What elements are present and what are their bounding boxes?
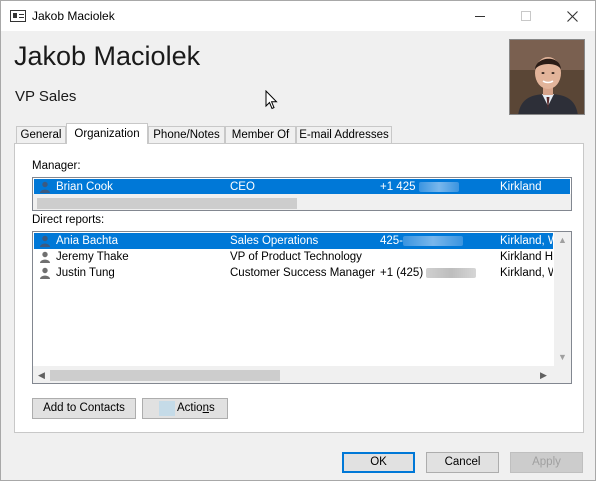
scrollbar-corner (554, 366, 571, 383)
list-item[interactable]: Brian Cook CEO +1 425 Kirkland (34, 179, 570, 195)
redacted-phone (426, 267, 477, 278)
scrollbar-thumb[interactable] (37, 198, 297, 209)
actions-icon (159, 401, 175, 416)
list-item[interactable]: Jeremy Thake VP of Product Technology Ki… (34, 249, 553, 265)
report-location: Kirkland, W (500, 235, 553, 247)
tab-email-addresses[interactable]: E-mail Addresses (296, 126, 392, 144)
report-title: Sales Operations (230, 235, 319, 247)
contact-card-icon (10, 10, 26, 22)
report-name: Ania Bachta (56, 235, 119, 247)
direct-reports-vertical-scrollbar[interactable]: ▲ ▼ (554, 232, 571, 366)
contact-name: Jakob Maciolek (14, 41, 201, 71)
person-icon (40, 235, 50, 247)
report-phone: +1 (425) (380, 265, 500, 281)
cancel-button[interactable]: Cancel (426, 452, 499, 473)
maximize-icon (521, 11, 531, 21)
contact-photo (509, 39, 585, 115)
person-icon (40, 181, 50, 193)
mouse-pointer-icon (265, 90, 278, 110)
actions-button[interactable]: Actions (142, 398, 228, 419)
manager-name: Brian Cook (56, 181, 113, 193)
report-title: VP of Product Technology (230, 251, 362, 263)
title-bar[interactable]: Jakob Maciolek (1, 1, 595, 31)
maximize-button[interactable] (503, 1, 549, 31)
manager-horizontal-scrollbar[interactable] (33, 194, 571, 210)
window-title: Jakob Maciolek (32, 9, 115, 23)
minimize-button[interactable] (457, 1, 503, 31)
manager-title: CEO (230, 181, 255, 193)
redacted-phone (418, 181, 459, 192)
manager-phone: +1 425 (380, 179, 500, 195)
report-location: Kirkland H (500, 251, 553, 263)
report-phone: 425- (380, 233, 500, 249)
close-button[interactable] (549, 1, 595, 31)
tab-general[interactable]: General (16, 126, 66, 144)
direct-reports-label: Direct reports: (32, 214, 105, 226)
person-icon (40, 267, 50, 279)
manager-location: Kirkland (500, 181, 542, 193)
manager-list[interactable]: Brian Cook CEO +1 425 Kirkland (32, 177, 572, 211)
report-title: Customer Success Manager (230, 267, 376, 279)
ok-button[interactable]: OK (342, 452, 415, 473)
scroll-down-arrow-icon[interactable]: ▼ (554, 349, 571, 366)
list-item[interactable]: Justin Tung Customer Success Manager +1 … (34, 265, 553, 281)
contact-job-title: VP Sales (15, 88, 77, 105)
organization-panel: Manager: Brian Cook CEO +1 425 Kirkland … (14, 143, 584, 433)
direct-reports-list[interactable]: Ania Bachta Sales Operations 425- Kirkla… (32, 231, 572, 384)
tab-organization[interactable]: Organization (66, 123, 148, 144)
person-icon (40, 251, 50, 263)
tab-member-of[interactable]: Member Of (225, 126, 296, 144)
scroll-left-arrow-icon[interactable]: ◀ (33, 367, 50, 383)
tab-phone-notes[interactable]: Phone/Notes (148, 126, 225, 144)
list-item[interactable]: Ania Bachta Sales Operations 425- Kirkla… (34, 233, 553, 249)
scroll-right-arrow-icon[interactable]: ▶ (535, 367, 552, 383)
contact-card-window: Jakob Maciolek Jakob Maciolek VP Sales G… (0, 0, 596, 481)
person-photo-icon (510, 40, 584, 114)
report-name: Jeremy Thake (56, 251, 129, 263)
scroll-up-arrow-icon[interactable]: ▲ (554, 232, 571, 249)
direct-reports-horizontal-scrollbar[interactable]: ◀ ▶ (33, 366, 554, 383)
minimize-icon (475, 15, 485, 17)
apply-button[interactable]: Apply (510, 452, 583, 473)
redacted-phone (403, 235, 464, 246)
close-icon (566, 10, 578, 22)
add-to-contacts-button[interactable]: Add to Contacts (32, 398, 136, 419)
report-location: Kirkland, W (500, 267, 553, 279)
report-name: Justin Tung (56, 267, 115, 279)
actions-label: Actions (177, 402, 215, 414)
manager-label: Manager: (32, 160, 81, 172)
scrollbar-thumb[interactable] (50, 370, 280, 381)
